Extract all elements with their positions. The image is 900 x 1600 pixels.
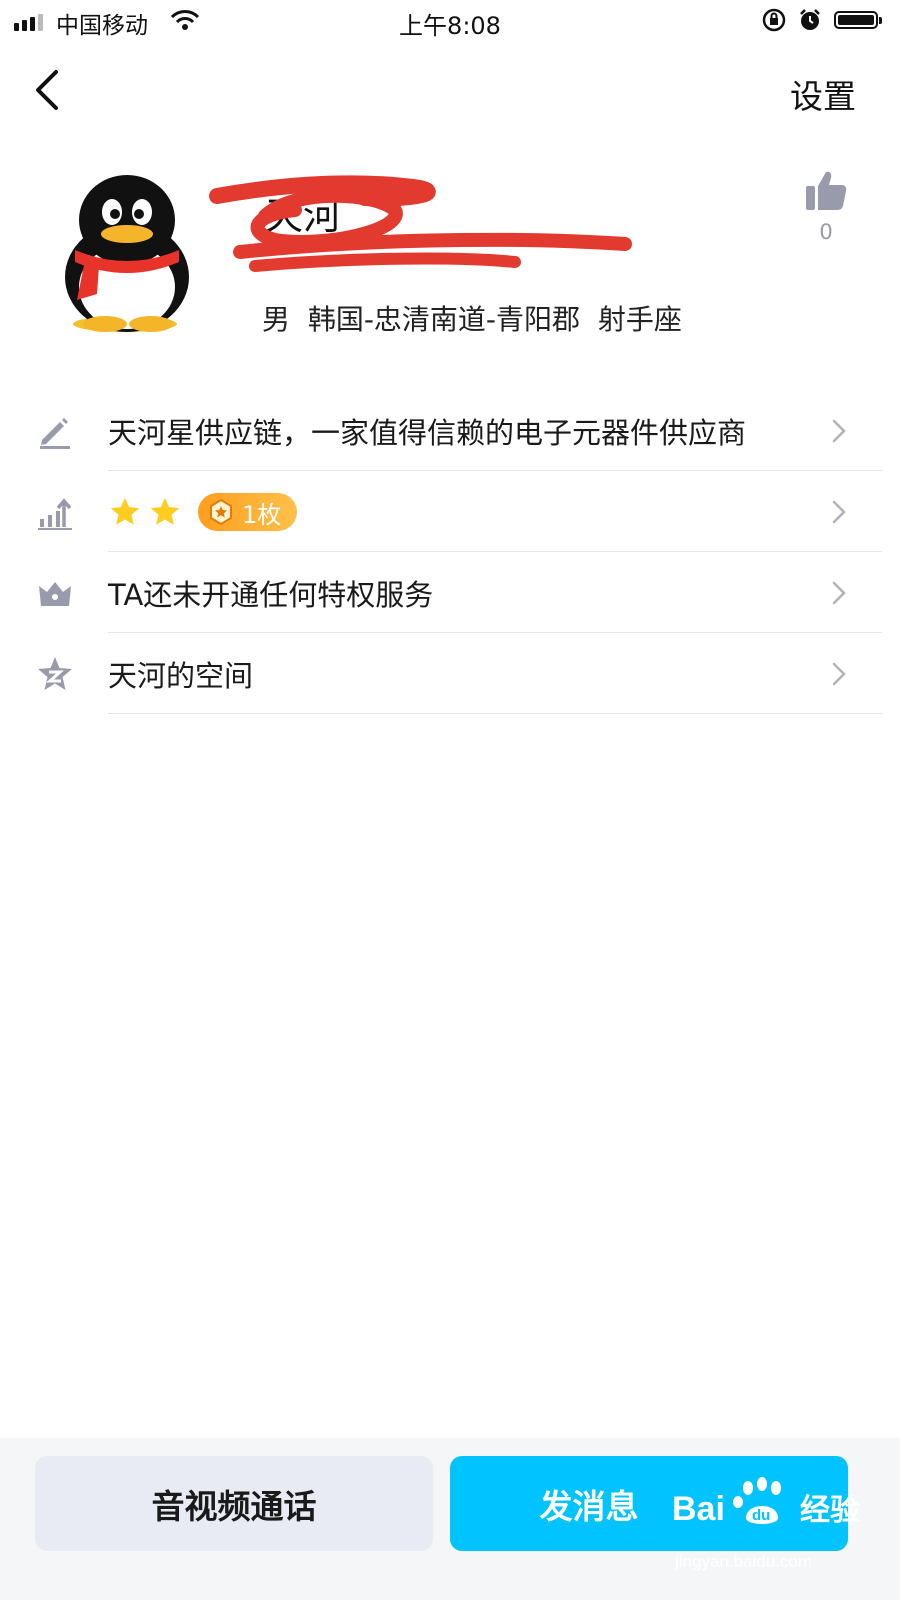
star-icon	[110, 497, 140, 525]
qzone-label: 天河的空间	[108, 659, 254, 693]
chevron-right-icon	[832, 662, 846, 686]
watermark-url: jingyan.baidu.com	[675, 1552, 813, 1571]
zodiac: 射手座	[597, 303, 682, 336]
status-bar: 中国移动 上午8:08	[0, 0, 900, 44]
pencil-icon	[40, 418, 70, 449]
profile-info: 男 韩国-忠清南道-青阳郡 射手座	[262, 298, 682, 338]
location: 韩国-忠清南道-青阳郡	[307, 303, 581, 336]
svg-text:Bai: Bai	[672, 1490, 725, 1528]
signature-row[interactable]: 天河星供应链，一家值得信赖的电子元器件供应商	[0, 390, 900, 471]
gender: 男	[262, 303, 291, 336]
divider	[108, 713, 882, 714]
settings-button[interactable]: 设置	[790, 70, 856, 118]
level-stars: 1枚	[108, 493, 298, 531]
like-count: 0	[819, 220, 833, 244]
redaction-scribble	[209, 175, 632, 272]
avatar[interactable]	[55, 172, 205, 337]
privilege-row[interactable]: TA还未开通任何特权服务	[0, 552, 900, 633]
qzone-row[interactable]: 天河的空间	[0, 633, 900, 714]
alarm-icon	[800, 9, 820, 30]
rotation-lock-icon	[762, 8, 786, 32]
back-icon[interactable]	[30, 66, 64, 114]
nav-bar: 设置	[0, 50, 900, 130]
battery-icon	[834, 11, 882, 29]
chevron-right-icon	[832, 581, 846, 605]
chevron-right-icon	[832, 419, 846, 443]
chevron-right-icon	[832, 500, 846, 524]
level-row[interactable]: 1枚	[0, 471, 900, 552]
watermark-label: 经验	[800, 1493, 860, 1528]
svg-text:du: du	[752, 1507, 770, 1524]
crown-icon	[39, 582, 71, 606]
level-up-icon	[38, 498, 72, 530]
signature-label: 天河星供应链，一家值得信赖的电子元器件供应商	[108, 416, 747, 450]
medal-icon	[210, 499, 232, 525]
video-call-button[interactable]: 音视频通话	[35, 1456, 433, 1551]
send-message-label: 发消息	[539, 1486, 639, 1526]
thumbs-up-icon	[806, 171, 847, 210]
privilege-label: TA还未开通任何特权服务	[108, 578, 434, 612]
medal-badge: 1枚	[198, 493, 298, 531]
profile-detail-list: 天河星供应链，一家值得信赖的电子元器件供应商 1枚 TA还未开通任何特权服务 天…	[0, 390, 900, 714]
qzone-star-icon	[38, 657, 72, 690]
like-button[interactable]: 0	[802, 168, 850, 244]
star-icon	[150, 497, 180, 525]
medal-count: 1枚	[242, 500, 282, 529]
